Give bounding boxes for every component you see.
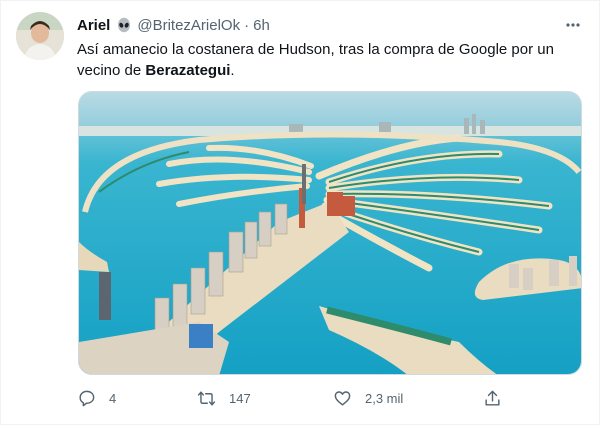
share-button[interactable] [483,387,502,409]
retweet-count: 147 [229,390,251,406]
like-count: 2,3 mil [365,390,404,406]
like-button[interactable]: 2,3 mil [333,387,403,409]
author-name[interactable]: Ariel [77,17,110,34]
retweet-icon [197,389,216,408]
retweet-button[interactable]: 147 [197,387,251,409]
tweet-actions: 4 147 2,3 mil [77,387,507,409]
tweet-text: Así amanecio la costanera de Hudson, tra… [77,39,577,81]
reply-button[interactable]: 4 [77,387,116,409]
tweet-text-end: . [230,62,235,79]
tweet-card[interactable]: Ariel @BritezArielOk · 6h Así amanecio l… [0,0,600,425]
author-handle[interactable]: @BritezArielOk [137,17,240,34]
more-options-icon[interactable] [563,15,583,35]
tweet-timestamp[interactable]: 6h [253,17,270,34]
avatar[interactable] [16,12,64,60]
share-icon [483,389,502,408]
tweet-text-bold[interactable]: Berazategui [145,62,230,79]
reply-icon [77,389,96,408]
palm-island-aerial-photo [79,92,581,374]
header-separator: · [244,16,250,34]
tweet-header: Ariel @BritezArielOk · 6h [77,15,270,35]
tweet-image[interactable] [78,91,582,375]
heart-icon [333,389,352,408]
alien-icon [116,17,132,33]
reply-count: 4 [109,390,117,406]
